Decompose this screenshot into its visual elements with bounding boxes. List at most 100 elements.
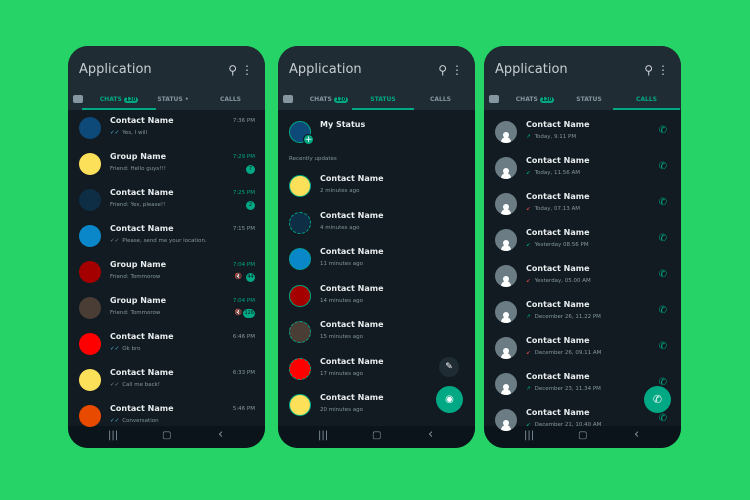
contact-name: Contact Name: [526, 300, 590, 309]
chat-list-item[interactable]: Group Name Friend: Tommorow 7:04 PM 44 🔇: [68, 254, 265, 290]
contact-name: Contact Name: [526, 156, 590, 165]
search-icon[interactable]: ⚲: [644, 63, 653, 77]
avatar: [289, 321, 311, 343]
last-message: ✓✓ Please, send me your location.: [110, 238, 207, 244]
call-list-item[interactable]: Contact Name ↙ Yesterday 08.56 PM ✆: [484, 222, 681, 258]
chat-list-item[interactable]: Contact Name ✓✓ Call me back! 6:33 PM: [68, 362, 265, 398]
tab-status[interactable]: STATUS •: [148, 96, 198, 103]
camera-icon[interactable]: [283, 95, 293, 103]
home-button[interactable]: ▢: [372, 430, 381, 441]
more-vert-icon[interactable]: ⋮: [657, 63, 669, 77]
edit-status-button[interactable]: ✎: [439, 357, 459, 377]
chat-list-item[interactable]: Contact Name ✓✓ Please, send me your loca…: [68, 218, 265, 254]
call-list-item[interactable]: Contact Name ↙ December 26, 09.11 AM ✆: [484, 330, 681, 366]
tab-calls[interactable]: CALLS: [203, 96, 258, 103]
app-header: Application ⚲ ⋮ CHATS 120 STATUS • CALLS: [68, 46, 265, 110]
status-list-item[interactable]: Contact Name 2 minutes ago: [278, 168, 475, 204]
tab-calls[interactable]: CALLS: [413, 96, 468, 103]
more-vert-icon[interactable]: ⋮: [451, 63, 463, 77]
tab-chats[interactable]: CHATS 120: [504, 96, 566, 103]
call-time: Today, 9.11 PM: [534, 134, 577, 140]
tab-chats[interactable]: CHATS 120: [298, 96, 360, 103]
chat-list-item[interactable]: Contact Name ✓✓ Ok bro 6:46 PM: [68, 326, 265, 362]
contact-name: Group Name: [110, 152, 167, 161]
message-time: 7:04 PM: [232, 298, 255, 304]
add-status-icon[interactable]: +: [303, 134, 314, 145]
search-icon[interactable]: ⚲: [228, 63, 237, 77]
message-text: Friend: Hello guys!!!: [110, 166, 166, 172]
status-list-item[interactable]: Contact Name 14 minutes ago: [278, 278, 475, 314]
contact-name: Contact Name: [110, 404, 174, 413]
phone-icon[interactable]: ✆: [659, 413, 667, 424]
call-info: ↙ December 26, 09.11 AM: [526, 350, 601, 356]
status-list-item[interactable]: Contact Name 11 minutes ago: [278, 241, 475, 277]
back-button[interactable]: ‹: [428, 427, 433, 442]
avatar: [495, 337, 517, 359]
phone-icon[interactable]: ✆: [659, 233, 667, 244]
system-nav-bar: ||| ▢ ‹: [278, 426, 475, 448]
phone-icon[interactable]: ✆: [659, 305, 667, 316]
add-call-icon: ✆: [652, 393, 663, 406]
call-list-item[interactable]: Contact Name ↗ December 26, 11.22 PM ✆: [484, 294, 681, 330]
more-vert-icon[interactable]: ⋮: [241, 63, 253, 77]
phone-icon[interactable]: ✆: [659, 269, 667, 280]
contact-name: Contact Name: [110, 188, 174, 197]
call-time: Today, 11.56 AM: [534, 170, 581, 176]
section-label: Recently updates: [289, 156, 337, 162]
phone-icon[interactable]: ✆: [659, 125, 667, 136]
call-info: ↗ Today, 9.11 PM: [526, 134, 576, 140]
recents-button[interactable]: |||: [318, 430, 328, 441]
call-list-item[interactable]: Contact Name ↗ Today, 9.11 PM ✆: [484, 114, 681, 150]
chat-list-item[interactable]: Contact Name ✓✓ Conversation 5:46 PM: [68, 398, 265, 434]
contact-name: Contact Name: [320, 283, 384, 293]
tab-bar: CHATS 120 STATUS CALLS: [278, 92, 475, 110]
camera-icon[interactable]: [73, 95, 83, 103]
chat-list-item[interactable]: Group Name Friend: Hello guys!!! 7:29 PM…: [68, 146, 265, 182]
new-call-button[interactable]: ✆: [644, 386, 671, 413]
status-list-item[interactable]: Contact Name 4 minutes ago: [278, 205, 475, 241]
camera-status-button[interactable]: ◉: [436, 386, 463, 413]
phone-icon[interactable]: ✆: [659, 197, 667, 208]
message-time: 6:33 PM: [232, 370, 255, 376]
message-text: Friend: Yes, please!!: [110, 202, 166, 208]
message-time: 7:29 PM: [232, 154, 255, 160]
camera-icon: ◉: [445, 394, 454, 405]
contact-name: Contact Name: [526, 120, 590, 129]
contact-name: Contact Name: [320, 356, 384, 366]
last-message: Friend: Yes, please!!: [110, 202, 165, 208]
app-title: Application: [289, 62, 362, 77]
chat-list-item[interactable]: Contact Name ✓✓ Yes, I will 7:36 PM: [68, 110, 265, 146]
unread-count: 44: [246, 273, 255, 282]
unread-count: 126: [243, 309, 255, 318]
search-icon[interactable]: ⚲: [438, 63, 447, 77]
call-info: ↗ December 23, 11.34 PM: [526, 386, 601, 392]
status-time: 2 minutes ago: [320, 188, 360, 194]
call-time: December 23, 11.34 PM: [534, 386, 601, 392]
call-list-item[interactable]: Contact Name ↙ Yesterday, 05.00 AM ✆: [484, 258, 681, 294]
chat-list-item[interactable]: Contact Name Friend: Yes, please!! 7:25 …: [68, 182, 265, 218]
tab-label: CALLS: [635, 96, 657, 103]
status-time: 11 minutes ago: [320, 261, 363, 267]
call-time: December 26, 09.11 AM: [534, 350, 602, 356]
double-check-icon: ✓✓: [110, 346, 120, 352]
message-text: Call me back!: [122, 382, 160, 388]
phone-icon[interactable]: ✆: [659, 341, 667, 352]
avatar: [495, 265, 517, 287]
call-missed-icon: ↙: [526, 206, 531, 212]
phone-calls: Application ⚲ ⋮ CHATS 120 STATUS CALLS ||| …: [484, 46, 681, 448]
my-status-item[interactable]: + My Status: [278, 114, 475, 150]
tab-calls[interactable]: CALLS: [619, 96, 674, 103]
app-title: Application: [495, 62, 568, 77]
tab-status[interactable]: STATUS: [358, 96, 408, 103]
last-message: ✓✓ Ok bro: [110, 346, 140, 352]
chat-list-item[interactable]: Group Name Friend: Tommorow 7:04 PM 126 …: [68, 290, 265, 326]
tab-status[interactable]: STATUS: [564, 96, 614, 103]
call-list-item[interactable]: Contact Name ↙ Today, 07.13 AM ✆: [484, 186, 681, 222]
camera-icon[interactable]: [489, 95, 499, 103]
avatar: [289, 394, 311, 416]
status-list-item[interactable]: Contact Name 15 minutes ago: [278, 314, 475, 350]
phone-icon[interactable]: ✆: [659, 161, 667, 172]
call-in-icon: ↙: [526, 422, 531, 428]
tab-chats[interactable]: CHATS 120: [88, 96, 150, 103]
call-list-item[interactable]: Contact Name ↙ Today, 11.56 AM ✆: [484, 150, 681, 186]
